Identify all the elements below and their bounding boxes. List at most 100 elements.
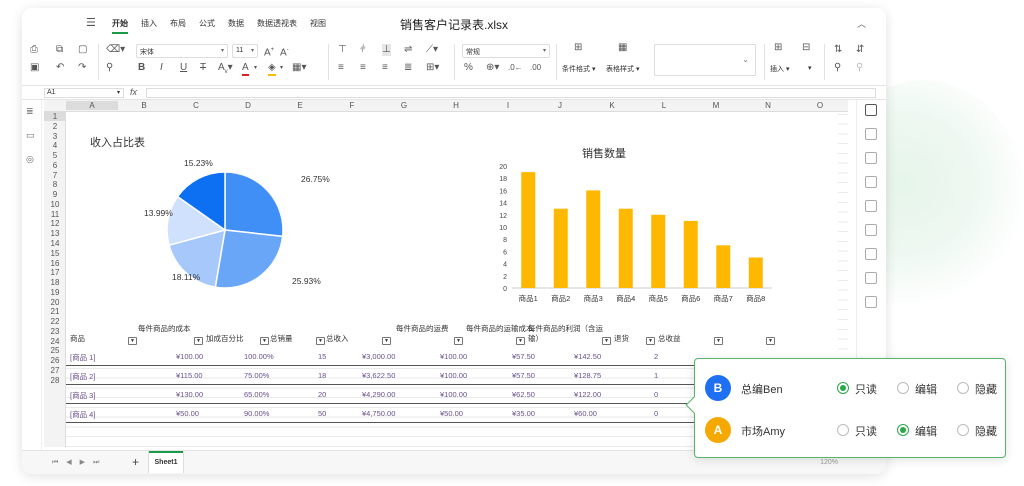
table-cell[interactable]: ¥50.00 — [440, 409, 463, 418]
save-icon[interactable]: ▣ — [30, 62, 39, 74]
currency-icon[interactable]: ⊕▾ — [486, 62, 499, 74]
table-cell[interactable]: ¥128.75 — [574, 371, 601, 380]
formula-input[interactable] — [146, 88, 876, 98]
row-header[interactable]: 20 — [44, 298, 66, 307]
radio-button[interactable] — [897, 382, 909, 394]
column-header[interactable]: M — [690, 101, 742, 110]
row-header[interactable]: 7 — [44, 171, 66, 180]
outline-icon[interactable]: ≣ — [26, 106, 34, 117]
paste-icon[interactable]: ▢ — [78, 44, 87, 56]
row-header[interactable]: 12 — [44, 219, 66, 228]
font-size-select[interactable]: 11 ▾ — [232, 44, 258, 58]
table-cell[interactable]: 15 — [318, 352, 326, 361]
table-cell[interactable]: 50 — [318, 409, 326, 418]
row-header[interactable]: 25 — [44, 346, 66, 355]
table-panel-icon[interactable] — [865, 128, 877, 140]
align-top-icon[interactable]: ⊤ — [338, 44, 347, 56]
percent-icon[interactable]: % — [464, 62, 473, 74]
underline-icon[interactable]: U — [180, 62, 187, 74]
table-cell[interactable]: ¥3,000.00 — [362, 352, 395, 361]
copy-icon[interactable]: ⧉ — [56, 44, 63, 56]
table-cell[interactable]: ¥62.50 — [512, 390, 535, 399]
row-header[interactable]: 19 — [44, 288, 66, 297]
table-cell[interactable]: ¥100.00 — [440, 371, 467, 380]
protect-panel-icon[interactable] — [865, 272, 877, 284]
comment-icon[interactable]: ▭ — [26, 130, 35, 141]
table-cell[interactable]: [商品 1] — [70, 352, 95, 363]
sheet-tab[interactable]: Sheet1 — [148, 451, 184, 473]
chat-icon[interactable]: ◎ — [26, 154, 34, 165]
bar[interactable] — [553, 208, 568, 288]
font-color-icon[interactable]: A — [242, 62, 249, 76]
property-panel-icon[interactable] — [865, 104, 877, 116]
table-cell[interactable]: ¥50.00 — [176, 409, 199, 418]
bar[interactable] — [716, 245, 731, 288]
decrease-decimal-icon[interactable]: .0← — [508, 62, 523, 74]
delete-cells-icon[interactable]: ⊟ — [802, 42, 810, 54]
eraser-icon[interactable]: ⌫▾ — [106, 44, 125, 56]
zoom-level[interactable]: 120% — [820, 459, 838, 466]
redo-icon[interactable]: ↷ — [78, 62, 86, 74]
italic-icon[interactable]: I — [160, 62, 163, 74]
column-header[interactable]: D — [222, 101, 274, 110]
image-panel-icon[interactable] — [865, 176, 877, 188]
row-header[interactable]: 18 — [44, 278, 66, 287]
bar[interactable] — [618, 208, 633, 288]
row-header[interactable]: 17 — [44, 268, 66, 277]
radio-button[interactable] — [897, 424, 909, 436]
row-header[interactable]: 24 — [44, 337, 66, 346]
bar[interactable] — [683, 220, 698, 288]
print-icon[interactable]: ⎙ — [30, 44, 38, 56]
column-header[interactable]: I — [482, 101, 534, 110]
radio-button[interactable] — [957, 424, 969, 436]
text-effects-icon[interactable]: Av▾ — [218, 62, 233, 78]
row-header[interactable]: 2 — [44, 122, 66, 131]
number-format-select[interactable]: 常规 ▾ — [462, 44, 550, 58]
row-header[interactable]: 27 — [44, 366, 66, 375]
pen-panel-icon[interactable] — [865, 248, 877, 260]
undo-icon[interactable]: ↶ — [56, 62, 64, 74]
table-cell[interactable]: ¥100.00 — [440, 352, 467, 361]
column-header[interactable]: C — [170, 101, 222, 110]
table-cell[interactable]: 2 — [654, 352, 658, 361]
table-cell[interactable]: ¥4,750.00 — [362, 409, 395, 418]
table-cell[interactable]: 100.00% — [244, 352, 274, 361]
table-cell[interactable]: ¥130.00 — [176, 390, 203, 399]
column-header[interactable]: B — [118, 101, 170, 110]
shapes-panel-icon[interactable] — [865, 152, 877, 164]
row-header[interactable]: 26 — [44, 356, 66, 365]
table-cell[interactable]: [商品 3] — [70, 390, 95, 401]
conditional-format-icon[interactable]: ⊞ — [574, 42, 582, 54]
table-style-icon[interactable]: ▦ — [618, 42, 627, 54]
collapse-ribbon-icon[interactable]: ︿ — [857, 17, 866, 30]
filter-dropdown-icon[interactable]: ▼ — [602, 337, 611, 345]
fill-color-icon[interactable]: ◈ — [268, 62, 276, 76]
filter-dropdown-icon[interactable]: ▼ — [128, 337, 137, 345]
sort-descending-icon[interactable]: ⇵ — [856, 44, 864, 56]
column-header[interactable]: L — [638, 101, 690, 110]
filter-dropdown-icon[interactable]: ▼ — [646, 337, 655, 345]
border-icon[interactable]: ▦▾ — [292, 62, 306, 74]
row-header[interactable]: 5 — [44, 151, 66, 160]
text-orientation-icon[interactable]: ⟋▾ — [426, 44, 438, 56]
insert-cells-icon[interactable]: ⊞ — [774, 42, 782, 54]
row-header[interactable]: 28 — [44, 376, 66, 385]
column-header[interactable]: O — [794, 101, 846, 110]
merge-cells-icon[interactable]: ⊞▾ — [426, 62, 439, 74]
row-header[interactable]: 8 — [44, 180, 66, 189]
column-header[interactable]: G — [378, 101, 430, 110]
bar[interactable] — [586, 190, 601, 288]
clear-filter-icon[interactable]: ⚲ — [856, 62, 863, 74]
format-painter-icon[interactable]: ⚲ — [106, 62, 113, 74]
pivot-panel-icon[interactable] — [865, 224, 877, 236]
table-cell[interactable]: ¥35.00 — [512, 409, 535, 418]
bold-icon[interactable]: B — [138, 62, 145, 74]
row-header[interactable]: 16 — [44, 259, 66, 268]
table-cell[interactable]: 65.00% — [244, 390, 269, 399]
row-header[interactable]: 21 — [44, 307, 66, 316]
font-shrink-icon[interactable]: A- — [280, 44, 289, 59]
filter-dropdown-icon[interactable]: ▼ — [714, 337, 723, 345]
strikethrough-icon[interactable]: T — [200, 62, 206, 74]
increase-decimal-icon[interactable]: .00 — [530, 62, 541, 74]
row-header[interactable]: 14 — [44, 239, 66, 248]
